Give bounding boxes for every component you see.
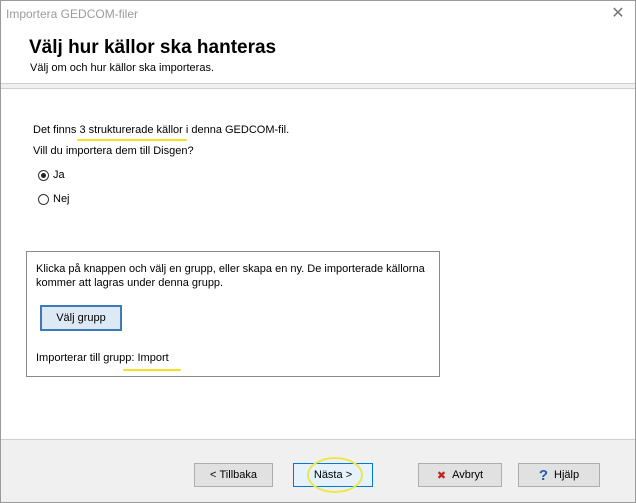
next-button[interactable]: Nästa > — [293, 463, 373, 487]
select-group-button[interactable]: Välj grupp — [40, 305, 122, 331]
page-title: Välj hur källor ska hanteras — [29, 37, 277, 58]
cancel-button[interactable]: ✖ Avbryt — [418, 463, 502, 487]
page-subtitle: Välj om och hur källor ska importeras. — [30, 62, 215, 74]
radio-no[interactable]: Nej — [38, 193, 70, 205]
group-info-line2: kommer att lagras under denna grupp. — [36, 277, 224, 289]
wizard-content: Det finns 3 strukturerade källor i denna… — [1, 88, 635, 440]
radio-no-label: Nej — [53, 193, 70, 205]
group-info-line1: Klicka på knappen och välj en grupp, ell… — [36, 263, 425, 275]
window-title: Importera GEDCOM-filer — [6, 7, 139, 21]
help-button[interactable]: ? Hjälp — [518, 463, 600, 487]
import-question: Vill du importera dem till Disgen? — [33, 145, 194, 157]
radio-no-circle[interactable] — [38, 193, 49, 205]
import-group-value: Import — [123, 352, 181, 371]
import-group-text: Importerar till grupp: Import — [36, 352, 181, 371]
wizard-header: Välj hur källor ska hanteras Välj om och… — [1, 28, 635, 84]
import-gedcom-dialog: Importera GEDCOM-filer ✕ Välj hur källor… — [0, 0, 636, 503]
radio-yes-label: Ja — [53, 169, 65, 181]
group-panel: Klicka på knappen och välj en grupp, ell… — [26, 251, 440, 377]
close-icon[interactable]: ✕ — [607, 4, 629, 24]
highlight-underline — [77, 139, 187, 141]
sources-count-highlight: 3 strukturerade källor — [77, 124, 187, 141]
sources-count-text: Det finns 3 strukturerade källor i denna… — [33, 124, 289, 141]
title-bar: Importera GEDCOM-filer ✕ — [1, 1, 635, 28]
back-button[interactable]: < Tillbaka — [194, 463, 273, 487]
radio-yes-circle[interactable] — [38, 169, 49, 181]
help-icon: ? — [538, 466, 549, 484]
cancel-icon: ✖ — [436, 469, 447, 482]
highlight-underline — [123, 369, 181, 371]
radio-yes[interactable]: Ja — [38, 169, 65, 181]
